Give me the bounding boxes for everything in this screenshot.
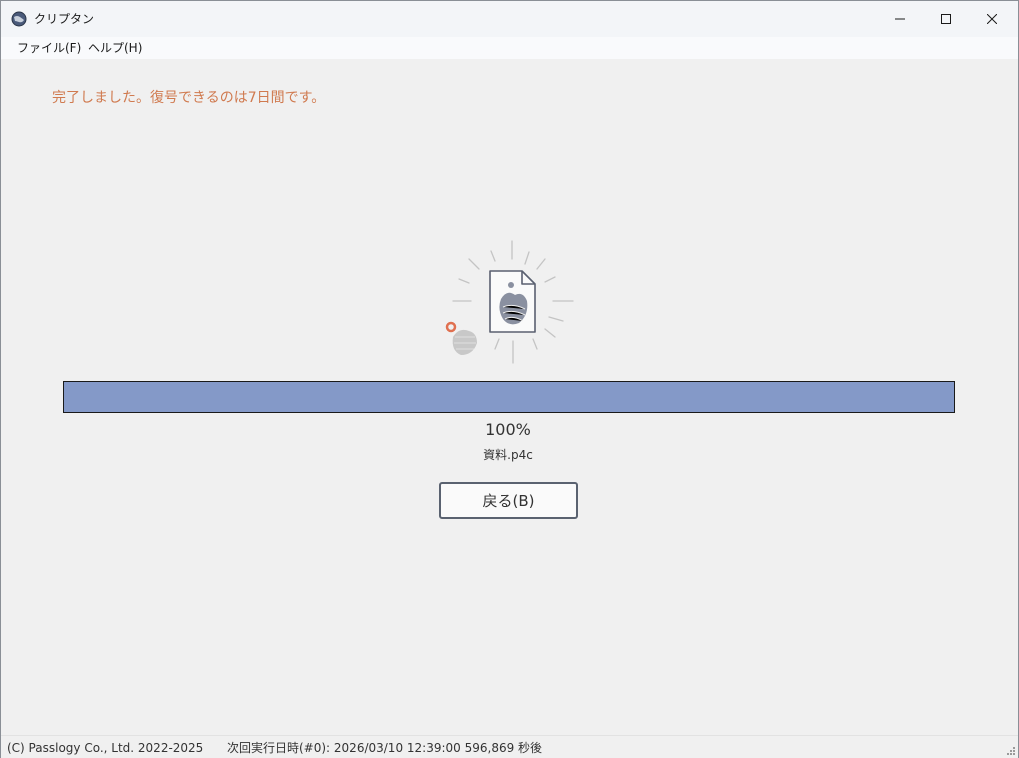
document-radiating-icon (445, 240, 574, 364)
minimize-icon (895, 18, 905, 20)
menu-help[interactable]: ヘルプ(H) (88, 40, 142, 56)
title-bar[interactable]: クリプタン (1, 1, 1018, 37)
close-icon (987, 14, 997, 24)
app-window: クリプタン ファイル(F) ヘルプ(H) 完了しました。復号できるのは7日間です… (0, 0, 1019, 758)
window-title: クリプタン (34, 12, 95, 26)
back-button[interactable]: 戻る(B) (439, 482, 578, 519)
resize-grip-icon[interactable] (1004, 744, 1016, 756)
menu-bar: ファイル(F) ヘルプ(H) (1, 37, 1018, 59)
file-name: 資料.p4c (483, 448, 533, 462)
progress-bar (63, 381, 955, 413)
progress-bar-fill (64, 382, 954, 412)
globe-icon (11, 11, 27, 27)
status-bar: (C) Passlogy Co., Ltd. 2022-2025 次回実行日時(… (1, 735, 1018, 758)
next-run-text: 次回実行日時(#0): 2026/03/10 12:39:00 596,869 … (227, 741, 543, 755)
completion-message: 完了しました。復号できるのは7日間です。 (52, 90, 326, 106)
progress-percent: 100% (485, 420, 531, 439)
copyright-text: (C) Passlogy Co., Ltd. 2022-2025 (7, 741, 204, 755)
maximize-icon (941, 14, 951, 24)
menu-file[interactable]: ファイル(F) (17, 40, 81, 56)
maximize-button[interactable] (923, 1, 969, 37)
minimize-button[interactable] (877, 1, 923, 37)
close-button[interactable] (969, 1, 1015, 37)
